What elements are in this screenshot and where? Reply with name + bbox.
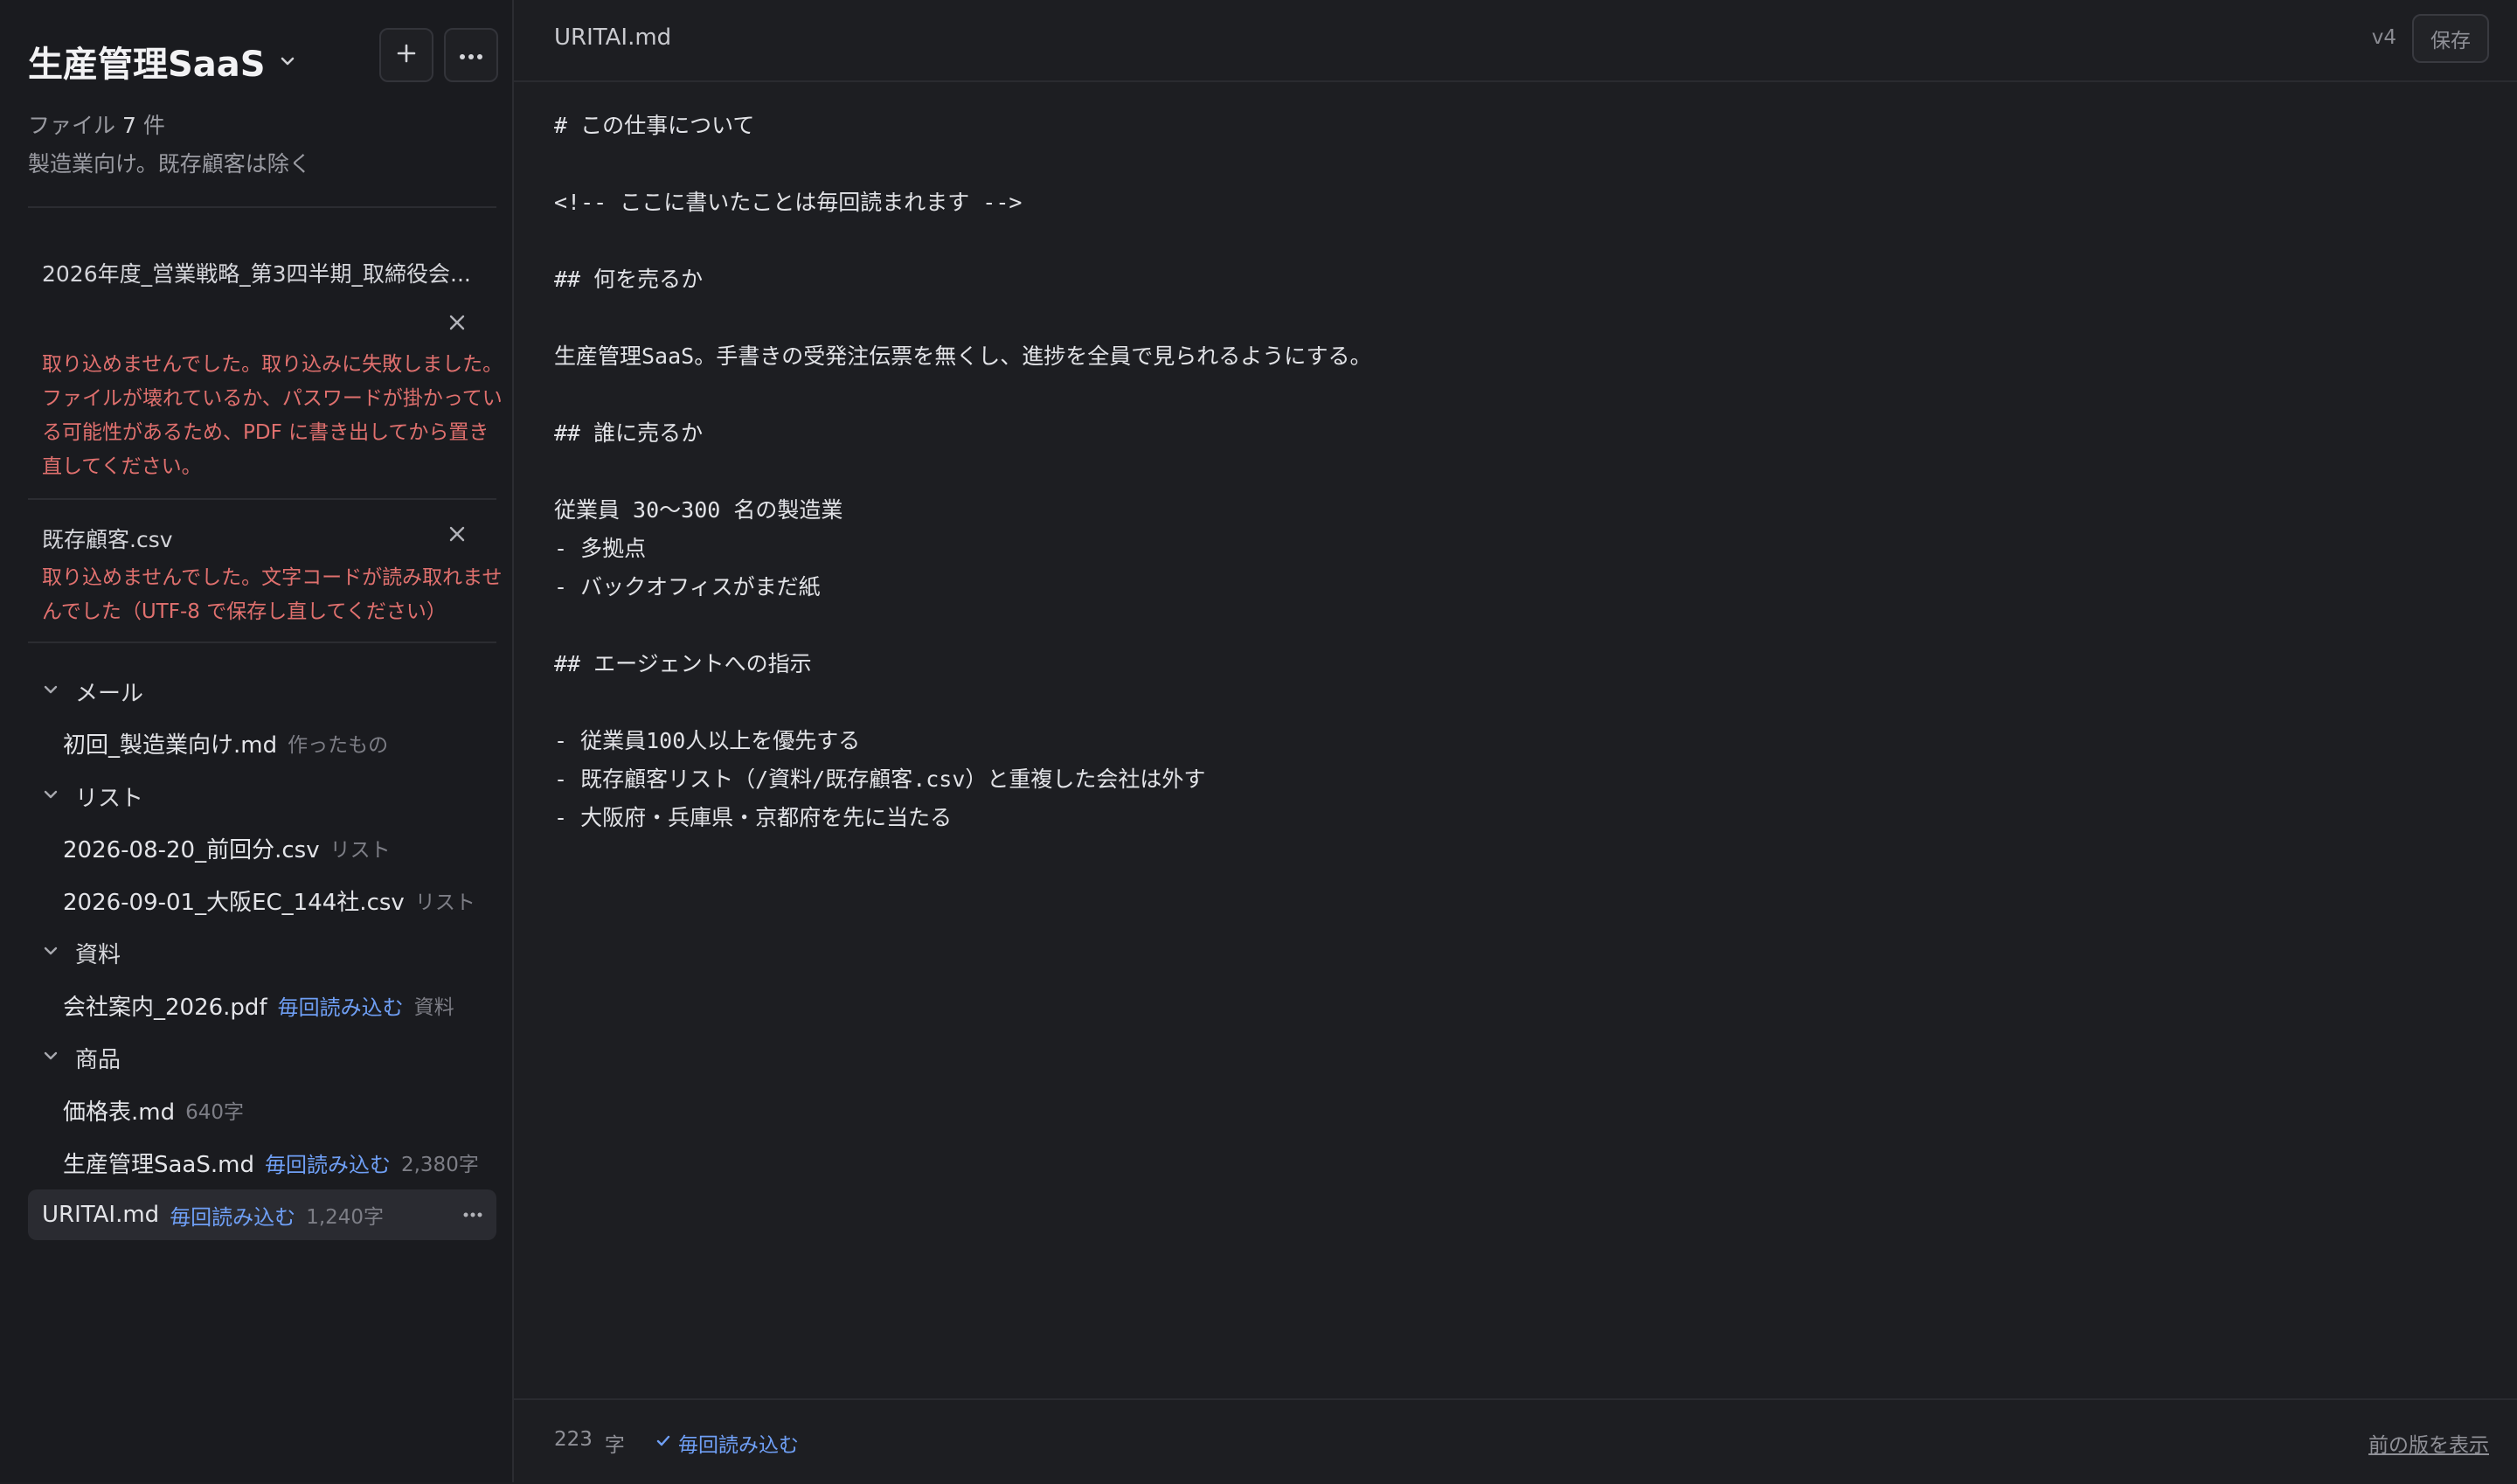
- folder-materials[interactable]: 資料: [42, 933, 121, 973]
- file-item[interactable]: 2026-08-20_前回分.csv リスト: [63, 828, 391, 868]
- sidebar: 生産管理SaaS ファイル 7 件 製造業向け。既存顧客は除く 2026年度_営…: [0, 0, 514, 1482]
- more-options-button[interactable]: [444, 28, 498, 82]
- file-count-prefix: ファイル: [28, 113, 116, 138]
- chevron-down-icon: [42, 783, 59, 809]
- file-count-suffix: 件: [142, 113, 165, 138]
- file-meta: 2,380字: [400, 1154, 479, 1176]
- document-title: URITAI.md: [554, 24, 672, 51]
- editor-header: URITAI.md v4 保存: [514, 0, 2517, 82]
- more-horizontal-icon: [459, 47, 483, 64]
- error-message: 取り込めませんでした。取り込みに失敗しました。ファイルが壊れているか、パスワード…: [42, 353, 503, 478]
- save-button[interactable]: 保存: [2412, 14, 2489, 63]
- divider: [28, 641, 496, 643]
- editor-line: - バックオフィスがまだ紙: [554, 574, 821, 600]
- editor-line: 生産管理SaaS。手書きの受発注伝票を無くし、進捗を全員で見られるようにする。: [554, 343, 1372, 369]
- editor-blank-line: [554, 683, 2477, 722]
- folder-mail[interactable]: メール: [42, 671, 143, 711]
- always-load-badge: 毎回読み込む: [170, 1204, 296, 1230]
- file-meta: 資料: [413, 996, 454, 1019]
- chevron-down-icon: [42, 940, 59, 966]
- file-item-active[interactable]: URITAI.md 毎回読み込む 1,240字: [28, 1189, 496, 1240]
- always-load-label: 毎回読み込む: [678, 1434, 799, 1457]
- file-name: 会社案内_2026.pdf: [63, 994, 267, 1021]
- file-name: 生産管理SaaS.md: [63, 1151, 254, 1178]
- show-previous-version-link[interactable]: 前の版を表示: [2368, 1428, 2489, 1458]
- add-file-button[interactable]: [379, 28, 433, 82]
- plus-icon: [395, 42, 418, 68]
- file-meta: 640字: [185, 1101, 245, 1124]
- editor-blank-line: [554, 222, 2477, 260]
- editor-line: - 従業員100人以上を優先する: [554, 728, 861, 753]
- char-count-number: 223: [554, 1428, 593, 1451]
- check-icon: [655, 1432, 671, 1454]
- file-name: URITAI.md: [42, 1202, 160, 1228]
- folder-list[interactable]: リスト: [42, 776, 143, 816]
- editor-line: ## エージェントへの指示: [554, 651, 812, 676]
- divider: [28, 206, 496, 208]
- file-item[interactable]: 2026-09-01_大阪EC_144社.csv リスト: [63, 880, 475, 920]
- import-error-item: 既存顧客.csv 取り込めませんでした。文字コードが読み取れませんでした（UTF…: [28, 500, 502, 640]
- editor-blank-line: [554, 145, 2477, 184]
- close-icon[interactable]: [446, 523, 468, 545]
- editor-line: ## 誰に売るか: [554, 420, 704, 446]
- file-meta: リスト: [414, 891, 475, 914]
- file-name: 2026-08-20_前回分.csv: [63, 836, 320, 863]
- close-icon[interactable]: [446, 311, 468, 334]
- file-meta: リスト: [329, 839, 391, 862]
- project-switcher[interactable]: 生産管理SaaS: [28, 35, 297, 87]
- editor-blank-line: [554, 376, 2477, 414]
- file-item[interactable]: 会社案内_2026.pdf 毎回読み込む 資料: [63, 985, 454, 1025]
- chevron-down-icon: [278, 52, 297, 71]
- editor-pane: URITAI.md v4 保存 # この仕事について <!-- ここに書いたことは…: [514, 0, 2517, 1482]
- error-filename: 既存顧客.csv: [42, 527, 173, 552]
- file-item[interactable]: 価格表.md 640字: [63, 1090, 244, 1130]
- project-title: 生産管理SaaS: [28, 45, 266, 85]
- always-load-toggle[interactable]: 毎回読み込む: [655, 1428, 799, 1458]
- editor-line: ## 何を売るか: [554, 267, 704, 292]
- editor-line: - 多拠点: [554, 536, 647, 561]
- error-filename: 2026年度_営業戦略_第3四半期_取締役会...: [42, 261, 471, 287]
- error-message: 取り込めませんでした。文字コードが読み取れませんでした（UTF-8 で保存し直し…: [42, 566, 503, 623]
- file-name: 初回_製造業向け.md: [63, 732, 278, 759]
- chevron-down-icon: [42, 1044, 59, 1071]
- folder-label: 商品: [75, 1046, 121, 1073]
- file-name: 2026-09-01_大阪EC_144社.csv: [63, 889, 405, 916]
- editor-line: - 既存顧客リスト（/資料/既存顧客.csv）と重複した会社は外す: [554, 766, 1206, 792]
- always-load-badge: 毎回読み込む: [264, 1152, 391, 1177]
- editor-line: - 大阪府・兵庫県・京都府を先に当たる: [554, 805, 953, 830]
- folder-products[interactable]: 商品: [42, 1037, 121, 1078]
- file-count-number: 7: [121, 113, 136, 138]
- folder-label: メール: [75, 680, 144, 707]
- always-load-badge: 毎回読み込む: [277, 995, 404, 1020]
- file-name: 価格表.md: [63, 1099, 176, 1126]
- file-meta: 1,240字: [306, 1206, 385, 1229]
- project-description: 製造業向け。既存顧客は除く: [28, 151, 311, 177]
- folder-label: リスト: [75, 785, 144, 812]
- file-item[interactable]: 初回_製造業向け.md 作ったもの: [63, 723, 388, 763]
- markdown-editor[interactable]: # この仕事について <!-- ここに書いたことは毎回読まれます --> ## 何を…: [554, 107, 2477, 837]
- editor-blank-line: [554, 607, 2477, 645]
- editor-line: 従業員 30〜300 名の製造業: [554, 497, 843, 523]
- editor-line: # この仕事について: [554, 113, 755, 138]
- folder-label: 資料: [75, 941, 121, 968]
- editor-blank-line: [554, 453, 2477, 491]
- editor-footer: 223 字 毎回読み込む 前の版を表示: [514, 1398, 2517, 1484]
- char-count-unit: 字: [604, 1434, 625, 1457]
- editor-blank-line: [554, 299, 2477, 337]
- chevron-down-icon: [42, 678, 59, 704]
- more-horizontal-icon[interactable]: [463, 1212, 482, 1217]
- file-item[interactable]: 生産管理SaaS.md 毎回読み込む 2,380字: [63, 1142, 479, 1182]
- import-error-item: 2026年度_営業戦略_第3四半期_取締役会... 取り込めませんでした。取り込…: [28, 236, 503, 498]
- file-count: ファイル 7 件: [28, 108, 165, 140]
- file-meta: 作ったもの: [288, 734, 389, 757]
- version-label: v4: [2371, 26, 2396, 49]
- editor-line: <!-- ここに書いたことは毎回読まれます -->: [554, 190, 1023, 215]
- char-count: 223 字: [554, 1428, 625, 1458]
